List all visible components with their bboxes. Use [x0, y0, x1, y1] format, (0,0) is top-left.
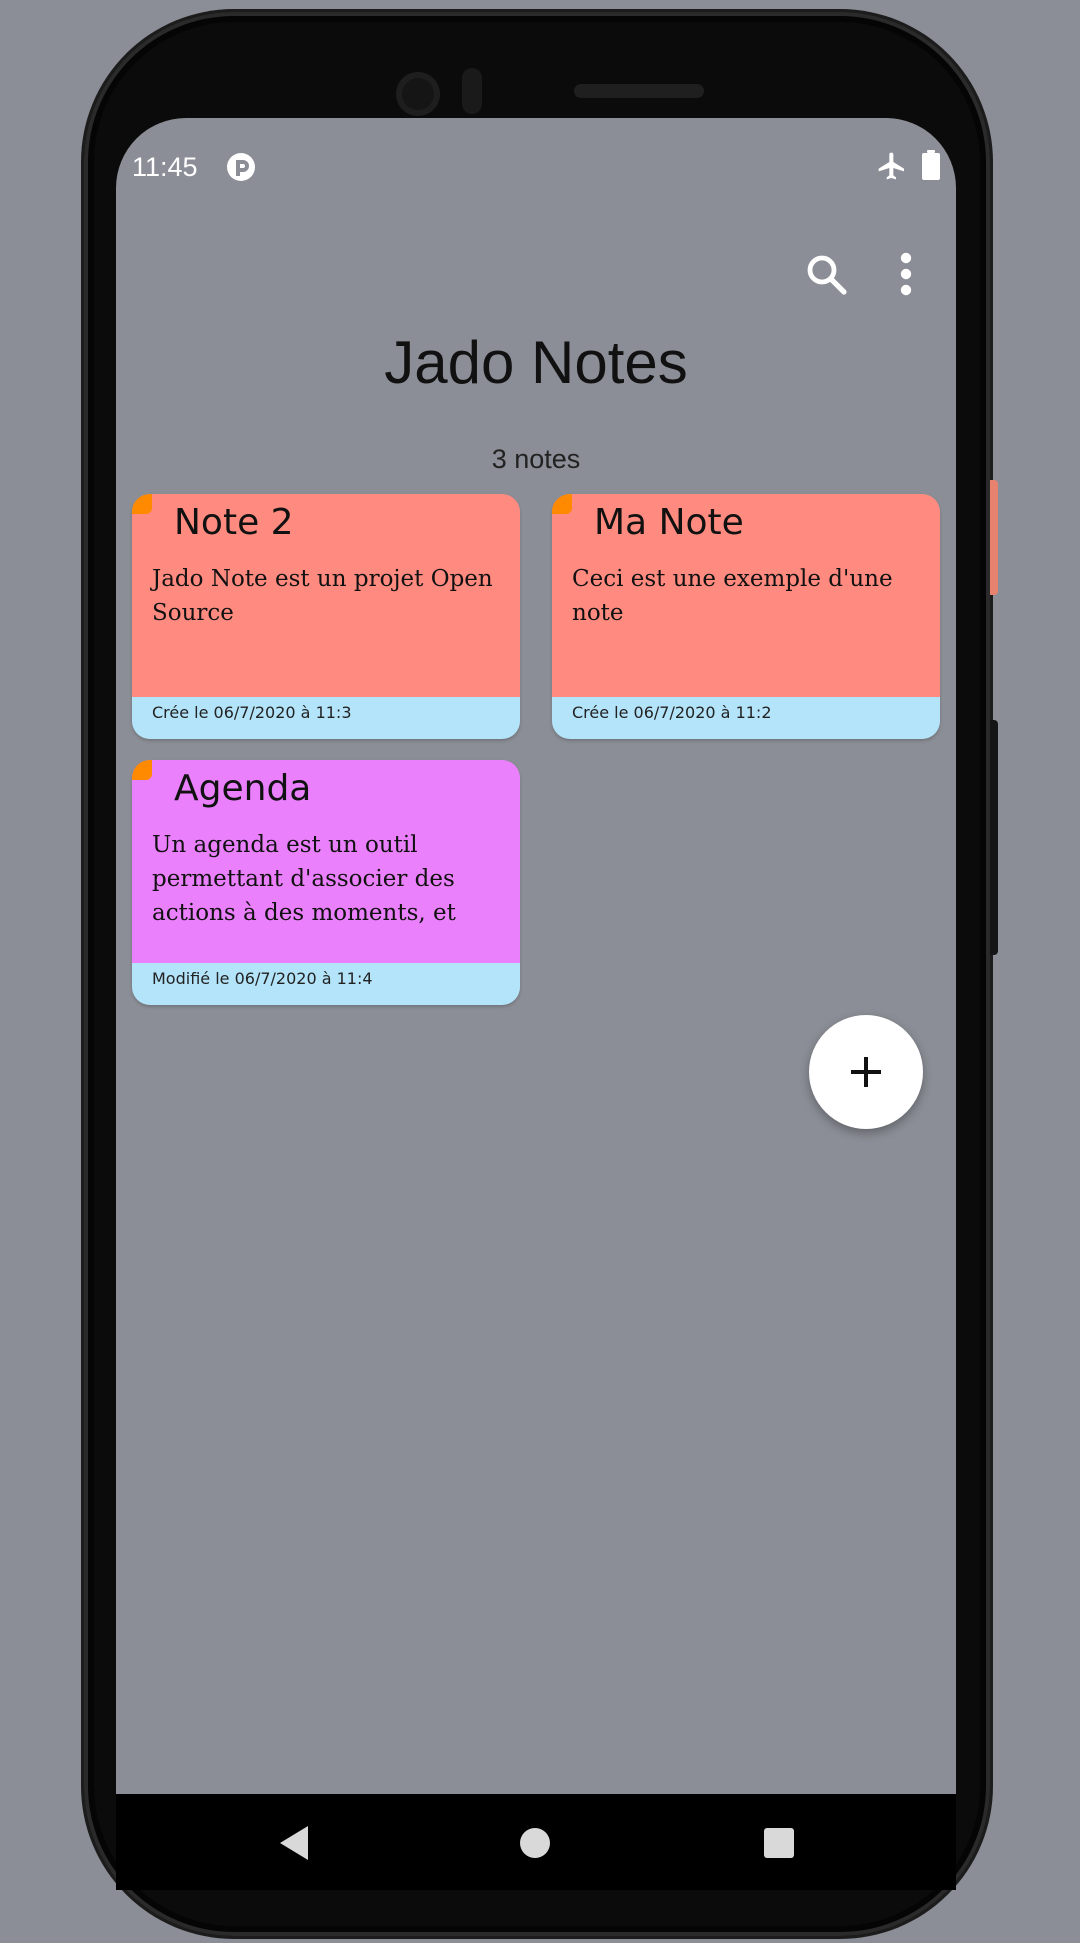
- add-note-button[interactable]: [809, 1015, 923, 1129]
- note-content: Jado Note est un projet Open Source: [152, 566, 493, 626]
- note-title: Agenda: [174, 768, 312, 809]
- note-timestamp: Modifié le 06/7/2020 à 11:4: [152, 969, 373, 988]
- airplane-mode-icon: [878, 152, 904, 180]
- note-footer: Crée le 06/7/2020 à 11:3: [132, 697, 520, 739]
- front-camera: [396, 72, 440, 116]
- recents-icon[interactable]: [762, 1826, 796, 1860]
- proximity-sensor: [462, 68, 482, 114]
- note-title: Note 2: [174, 502, 294, 543]
- note-corner-accent: [552, 494, 572, 514]
- note-footer: Crée le 06/7/2020 à 11:2: [552, 697, 940, 739]
- device-frame: 11:45 Jado Notes 3 notes Note 2 Jado Not…: [0, 0, 1080, 1943]
- screen: 11:45 Jado Notes 3 notes Note 2 Jado Not…: [116, 118, 956, 1794]
- navigation-bar: [116, 1794, 956, 1890]
- home-icon[interactable]: [518, 1826, 552, 1860]
- battery-icon: [922, 150, 940, 180]
- note-content: Un agenda est un outil permettant d'asso…: [152, 832, 456, 926]
- note-corner-accent: [132, 494, 152, 514]
- note-timestamp: Crée le 06/7/2020 à 11:2: [572, 703, 772, 722]
- plus-icon: [851, 1057, 881, 1087]
- status-time: 11:45: [132, 152, 198, 182]
- earpiece-speaker: [574, 84, 704, 98]
- note-card[interactable]: Agenda Un agenda est un outil permettant…: [132, 760, 520, 1005]
- note-title: Ma Note: [594, 502, 744, 543]
- power-button[interactable]: [990, 480, 998, 595]
- app-notification-icon: [227, 153, 255, 181]
- search-icon[interactable]: [802, 250, 850, 298]
- back-icon[interactable]: [276, 1824, 312, 1862]
- note-card[interactable]: Note 2 Jado Note est un projet Open Sour…: [132, 494, 520, 739]
- more-vert-icon[interactable]: [886, 250, 926, 298]
- note-footer: Modifié le 06/7/2020 à 11:4: [132, 963, 520, 1005]
- volume-button[interactable]: [990, 720, 998, 955]
- notes-count: 3 notes: [491, 444, 581, 474]
- app-title: Jado Notes: [384, 329, 688, 396]
- note-corner-accent: [132, 760, 152, 780]
- note-timestamp: Crée le 06/7/2020 à 11:3: [152, 703, 352, 722]
- note-card[interactable]: Ma Note Ceci est une exemple d'une note …: [552, 494, 940, 739]
- note-content: Ceci est une exemple d'une note: [572, 566, 893, 626]
